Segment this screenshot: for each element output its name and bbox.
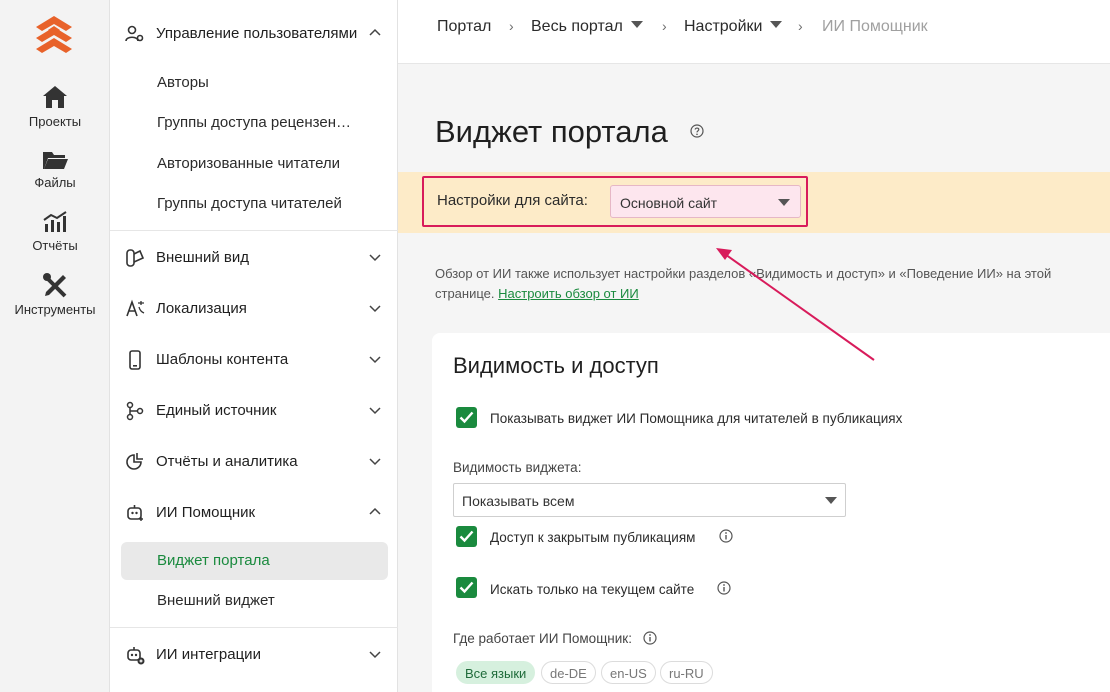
language-chip-de[interactable]: de-DE — [541, 661, 596, 684]
nav-item-portal-widget[interactable]: Виджет портала — [157, 552, 372, 569]
breadcrumb-settings[interactable]: Настройки — [684, 18, 783, 36]
main-content: Портал › Весь портал › Настройки › ИИ По… — [398, 0, 1110, 692]
chevron-up-icon — [369, 28, 381, 36]
nav-item-reader-groups[interactable]: Группы доступа читателей — [157, 195, 372, 212]
where-works-label: Где работает ИИ Помощник: — [453, 631, 632, 646]
widget-visibility-value: Показывать всем — [462, 493, 575, 509]
nav-section-ai-integrations[interactable]: ИИ интеграции — [110, 634, 398, 674]
language-chip-ru[interactable]: ru-RU — [660, 661, 713, 684]
widget-visibility-select[interactable]: Показывать всем — [453, 483, 846, 517]
nav-item-authorized-readers[interactable]: Авторизованные читатели — [157, 155, 372, 172]
nav-section-localization[interactable]: Локализация — [110, 288, 398, 328]
users-gear-icon — [125, 25, 144, 42]
info-icon[interactable] — [643, 631, 657, 645]
nav-item-external-widget[interactable]: Внешний виджет — [157, 592, 372, 609]
tools-icon — [43, 273, 67, 298]
nav-section-label: ИИ Помощник — [156, 503, 256, 521]
nav-item-authors[interactable]: Авторы — [157, 74, 372, 91]
folder-icon — [43, 152, 68, 169]
chevron-right-icon: › — [798, 18, 803, 34]
rail-item-files[interactable]: Файлы — [0, 149, 110, 190]
language-chip-en[interactable]: en-US — [601, 661, 656, 684]
nav-section-single-source[interactable]: Единый источник — [110, 390, 398, 430]
checkmark-icon — [459, 581, 474, 594]
info-icon[interactable] — [719, 529, 733, 543]
show-widget-label: Показывать виджет ИИ Помощника для читат… — [490, 411, 903, 426]
show-widget-checkbox[interactable] — [456, 407, 477, 428]
phone-icon — [129, 350, 141, 370]
nav-section-content-templates[interactable]: Шаблоны контента — [110, 339, 398, 379]
caret-down-icon — [630, 21, 643, 28]
help-icon[interactable] — [690, 124, 704, 138]
nav-item-reviewer-groups[interactable]: Группы доступа рецензен… — [157, 114, 372, 131]
breadcrumb-label: Весь портал — [531, 18, 623, 35]
info-icon[interactable] — [717, 581, 731, 595]
chevron-right-icon: › — [662, 18, 667, 34]
page-title: Виджет портала — [435, 114, 668, 149]
nav-section-label: Внешний вид — [156, 248, 249, 266]
nav-section-ai-assistant[interactable]: ИИ Помощник — [110, 492, 398, 532]
checkmark-icon — [459, 411, 474, 424]
caret-down-icon — [778, 199, 790, 206]
nav-section-label: Шаблоны контента — [156, 350, 289, 368]
left-rail: Проекты Файлы Отчёты Инструменты — [0, 0, 110, 692]
chart-icon — [43, 211, 67, 232]
current-site-checkbox[interactable] — [456, 577, 477, 598]
logo-icon — [36, 16, 72, 53]
chevron-down-icon — [369, 458, 381, 466]
chevron-down-icon — [369, 305, 381, 313]
palette-icon — [126, 249, 145, 267]
chevron-down-icon — [369, 356, 381, 364]
nav-section-label: Единый источник — [156, 401, 277, 419]
nav-section-appearance[interactable]: Внешний вид — [110, 237, 398, 277]
robot-plus-icon — [127, 647, 145, 665]
settings-sidebar: Управление пользователями Авторы Группы … — [110, 0, 398, 692]
closed-access-checkbox[interactable] — [456, 526, 477, 547]
chevron-down-icon — [369, 407, 381, 415]
rail-item-label: Проекты — [28, 114, 82, 129]
breadcrumb-label: Настройки — [684, 18, 763, 35]
breadcrumb-current: ИИ Помощник — [822, 18, 928, 35]
configure-ai-overview-link[interactable]: Настроить обзор от ИИ — [498, 286, 639, 301]
rail-item-label: Файлы — [34, 175, 76, 190]
chevron-up-icon — [369, 507, 381, 515]
rail-item-reports[interactable]: Отчёты — [0, 210, 110, 253]
breadcrumb: Портал › Весь портал › Настройки › ИИ По… — [398, 0, 1110, 64]
site-select-value: Основной сайт — [620, 195, 718, 211]
home-icon — [43, 86, 67, 108]
nav-section-label: Локализация — [156, 299, 247, 317]
chevron-right-icon: › — [509, 18, 514, 34]
closed-access-label: Доступ к закрытым публикациям — [490, 530, 696, 545]
site-select[interactable]: Основной сайт — [610, 185, 801, 218]
checkmark-icon — [459, 530, 474, 543]
translate-icon — [126, 299, 145, 317]
robot-icon — [127, 505, 143, 521]
rail-item-label: Отчёты — [32, 238, 78, 253]
rail-item-tools[interactable]: Инструменты — [0, 272, 110, 317]
nav-section-label: Управление пользователями — [156, 24, 358, 42]
nav-section-label: ИИ интеграции — [156, 645, 261, 663]
chevron-down-icon — [369, 254, 381, 262]
section-heading: Видимость и доступ — [453, 353, 659, 378]
breadcrumb-portal[interactable]: Портал — [437, 18, 491, 36]
rail-item-projects[interactable]: Проекты — [0, 84, 110, 129]
nav-section-label: Отчёты и аналитика — [156, 452, 298, 470]
divider — [110, 230, 398, 231]
site-settings-label: Настройки для сайта: — [437, 192, 588, 209]
widget-visibility-label: Видимость виджета: — [453, 460, 582, 475]
current-site-label: Искать только на текущем сайте — [490, 582, 695, 597]
nav-section-reports-analytics[interactable]: Отчёты и аналитика — [110, 441, 398, 481]
chevron-down-icon — [369, 651, 381, 659]
caret-down-icon — [825, 497, 837, 504]
breadcrumb-all-portal[interactable]: Весь портал — [531, 18, 643, 36]
divider — [110, 627, 398, 628]
ai-overview-info: Обзор от ИИ также использует настройки р… — [435, 264, 1107, 304]
language-chip-all[interactable]: Все языки — [456, 661, 536, 684]
rail-item-label: Инструменты — [14, 302, 96, 317]
caret-down-icon — [770, 21, 783, 28]
pie-chart-icon — [126, 453, 143, 470]
nav-section-user-management[interactable]: Управление пользователями — [110, 13, 398, 53]
branch-icon — [126, 401, 144, 421]
